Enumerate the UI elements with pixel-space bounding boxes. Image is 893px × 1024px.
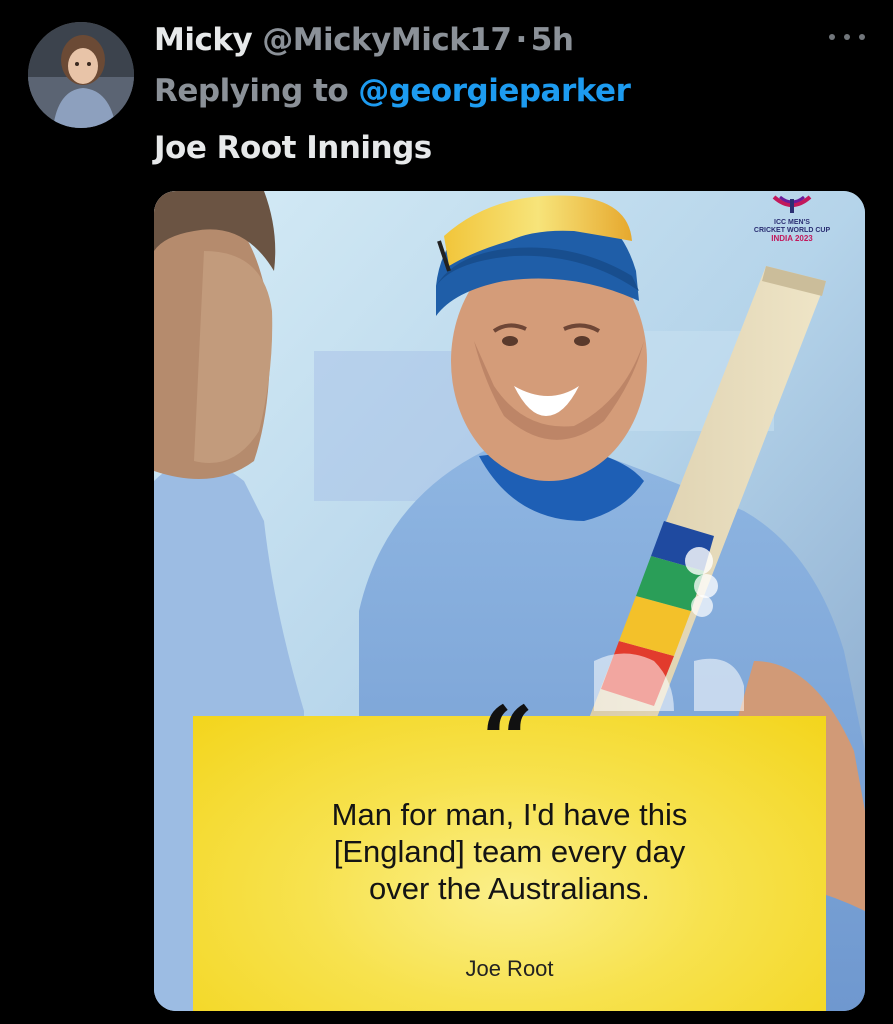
logo-line-1: ICC MEN'S [774,219,810,226]
user-handle[interactable]: @MickyMick17 [262,22,512,58]
cricket-world-cup-logo: ICC MEN'S CRICKET WORLD CUP INDIA 2023 [745,195,839,243]
replying-to-label: Replying to [154,73,349,109]
tweet-text: Joe Root Innings [154,130,432,166]
reply-to-handle-link[interactable]: @georgieparker [358,73,631,109]
avatar[interactable] [28,22,134,128]
tweet-header: Micky @MickyMick17 · 5h [154,18,574,62]
more-dot [829,34,835,40]
more-horizontal-icon[interactable] [829,22,865,52]
more-dot [844,34,850,40]
quote-line: [England] team every day [333,834,686,869]
logo-line-3: INDIA 2023 [771,234,813,243]
replying-to: Replying to @georgieparker [154,70,631,112]
quote-line: over the Australians. [369,871,650,906]
timestamp[interactable]: 5h [531,22,574,58]
trophy-icon [772,195,812,213]
more-dot [859,34,865,40]
quote-mark-icon: “ [481,686,534,794]
avatar-photo [28,22,134,128]
display-name[interactable]: Micky [154,22,253,58]
quote-author: Joe Root [465,956,554,981]
quote-text: Man for man, I'd have this [England] tea… [193,796,826,907]
quote-card: “ Man for man, I'd have this [England] t… [193,694,826,1011]
tweet-media-image[interactable]: ICC MEN'S CRICKET WORLD CUP INDIA 2023 “… [154,191,865,1011]
separator-dot: · [515,22,527,58]
quote-line: Man for man, I'd have this [331,797,688,832]
